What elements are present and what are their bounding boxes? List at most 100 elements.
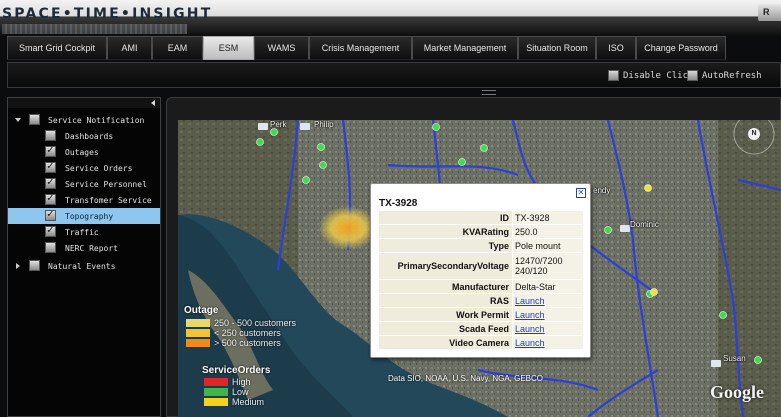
layer-checkbox[interactable] bbox=[45, 242, 56, 253]
crew-label: Dominic bbox=[630, 220, 659, 229]
work-permit-launch-link[interactable]: Launch bbox=[513, 308, 583, 321]
disable-click-toggle[interactable]: Disable Click bbox=[608, 70, 693, 81]
attribute-key: Manufacturer bbox=[379, 280, 512, 293]
orders-legend-item: Low bbox=[204, 387, 249, 397]
table-row: Video Camera Launch bbox=[379, 336, 583, 349]
tab-change-password[interactable]: Change Password bbox=[636, 36, 726, 60]
tree-item-service-orders[interactable]: ✓ Service Orders bbox=[8, 159, 160, 176]
tab-ami[interactable]: AMI bbox=[107, 36, 152, 60]
tree-item-outages[interactable]: ✓ Outages bbox=[8, 143, 160, 160]
table-row: PrimarySecondaryVoltage 12470/7200 240/1… bbox=[379, 253, 583, 279]
layer-checkbox[interactable]: ✓ bbox=[45, 175, 56, 189]
layer-checkbox[interactable] bbox=[29, 260, 40, 271]
attribute-key: PrimarySecondaryVoltage bbox=[379, 253, 512, 279]
outage-heat-area[interactable] bbox=[318, 206, 378, 250]
tab-market-management[interactable]: Market Management bbox=[412, 36, 518, 60]
scada-feed-launch-link[interactable]: Launch bbox=[513, 322, 583, 335]
collapse-panel-icon[interactable] bbox=[151, 100, 155, 106]
legend-swatch bbox=[204, 398, 228, 406]
google-watermark: Google bbox=[710, 382, 764, 402]
legend-label: Medium bbox=[232, 397, 265, 407]
header-bar: SPACE•TIME•INSIGHT bbox=[0, 0, 781, 36]
tree-item-label: Service Notification bbox=[48, 115, 145, 125]
auto-refresh-checkbox[interactable] bbox=[687, 70, 698, 81]
attribute-key: RAS bbox=[379, 294, 512, 307]
auto-refresh-toggle[interactable]: AutoRefresh bbox=[687, 70, 762, 81]
orders-legend-item: High bbox=[204, 377, 251, 387]
outage-legend-item: > 500 customers bbox=[186, 338, 281, 348]
tab-iso[interactable]: ISO bbox=[596, 36, 636, 60]
ras-launch-link[interactable]: Launch bbox=[513, 294, 583, 307]
tree-item-transformer-service[interactable]: ✓ Transfomer Service bbox=[8, 191, 160, 208]
tree-item-service-notification[interactable]: Service Notification bbox=[8, 112, 160, 128]
tree-item-natural-events[interactable]: Natural Events bbox=[8, 258, 160, 274]
legend-swatch bbox=[204, 388, 228, 396]
main-nav: Smart Grid Cockpit AMI EAM ESM WAMS Cris… bbox=[7, 36, 781, 60]
tree-item-traffic[interactable]: ✓ Traffic bbox=[8, 223, 160, 240]
expand-down-icon[interactable] bbox=[15, 118, 21, 122]
table-row: RAS Launch bbox=[379, 294, 583, 307]
map-attribution: Data SIO, NOAA, U.S. Navy, NGA, GEBCO bbox=[388, 374, 543, 383]
layer-checkbox[interactable]: ✓ bbox=[45, 207, 56, 221]
attribute-key: Type bbox=[379, 239, 512, 252]
refresh-button[interactable]: R bbox=[758, 4, 781, 21]
attribute-value: 250.0 bbox=[513, 225, 583, 238]
tab-wams[interactable]: WAMS bbox=[254, 36, 309, 60]
expand-right-icon[interactable] bbox=[16, 263, 20, 269]
layer-checkbox[interactable]: ✓ bbox=[45, 223, 56, 237]
attribute-key: ID bbox=[379, 211, 512, 224]
layer-checkbox[interactable] bbox=[45, 130, 56, 141]
tab-smart-grid-cockpit[interactable]: Smart Grid Cockpit bbox=[7, 36, 107, 60]
tree-item-label: Topography bbox=[65, 211, 114, 221]
layer-checkbox[interactable] bbox=[29, 114, 40, 125]
table-row: Type Pole mount bbox=[379, 239, 583, 252]
outage-legend-title: Outage bbox=[184, 305, 219, 316]
tab-crisis-management[interactable]: Crisis Management bbox=[309, 36, 412, 60]
table-row: Work Permit Launch bbox=[379, 308, 583, 321]
orders-legend-item: Medium bbox=[204, 397, 264, 407]
check-mark-icon: ✓ bbox=[47, 191, 54, 204]
tree-item-label: Traffic bbox=[65, 227, 99, 237]
tab-situation-room[interactable]: Situation Room bbox=[518, 36, 596, 60]
layer-checkbox[interactable]: ✓ bbox=[45, 191, 56, 205]
layer-checkbox[interactable]: ✓ bbox=[45, 143, 56, 157]
panel-resize-grip[interactable] bbox=[482, 90, 496, 95]
attribute-value: Delta-Star bbox=[513, 280, 583, 293]
tree-item-dashboards[interactable]: Dashboards bbox=[8, 128, 160, 144]
tree-item-label: Outages bbox=[65, 147, 99, 157]
tree-item-label: Dashboards bbox=[65, 131, 114, 141]
check-mark-icon: ✓ bbox=[47, 143, 54, 156]
panel-header bbox=[8, 98, 160, 108]
outage-legend-item: < 250 customers bbox=[186, 328, 281, 338]
north-indicator[interactable]: N bbox=[748, 128, 760, 140]
close-icon[interactable]: ✕ bbox=[576, 188, 586, 198]
auto-refresh-label: AutoRefresh bbox=[702, 70, 762, 81]
tree-item-service-personnel[interactable]: ✓ Service Personnel bbox=[8, 175, 160, 192]
attribute-key: Video Camera bbox=[379, 336, 512, 349]
tab-eam[interactable]: EAM bbox=[152, 36, 203, 60]
layer-checkbox[interactable]: ✓ bbox=[45, 159, 56, 173]
table-row: Manufacturer Delta-Star bbox=[379, 280, 583, 293]
app-root: SPACE•TIME•INSIGHT Smart Grid Cockpit AM… bbox=[0, 0, 781, 417]
legend-swatch bbox=[186, 329, 210, 337]
tab-esm[interactable]: ESM bbox=[203, 36, 254, 60]
popup-attribute-table: ID TX-3928 KVARating 250.0 Type Pole mou… bbox=[379, 211, 583, 350]
map-toolbar: Disable Click AutoRefresh bbox=[7, 62, 781, 88]
attribute-key: KVARating bbox=[379, 225, 512, 238]
attribute-key: Scada Feed bbox=[379, 322, 512, 335]
disable-click-checkbox[interactable] bbox=[608, 70, 619, 81]
table-row: KVARating 250.0 bbox=[379, 225, 583, 238]
table-row: Scada Feed Launch bbox=[379, 322, 583, 335]
legend-label: > 500 customers bbox=[214, 338, 281, 348]
legend-label: < 250 customers bbox=[214, 328, 281, 338]
attribute-value: TX-3928 bbox=[513, 211, 583, 224]
logo-reflection bbox=[2, 24, 187, 34]
video-camera-launch-link[interactable]: Launch bbox=[513, 336, 583, 349]
popup-title: TX-3928 bbox=[379, 198, 418, 209]
tree-item-topography[interactable]: ✓ Topography bbox=[8, 207, 160, 224]
tree-item-nerc-report[interactable]: NERC Report bbox=[8, 240, 160, 256]
attribute-value: 12470/7200 240/120 bbox=[513, 253, 583, 279]
disable-click-label: Disable Click bbox=[623, 70, 694, 81]
crew-label: endy bbox=[593, 186, 611, 195]
crew-label: Susan bbox=[723, 354, 746, 363]
